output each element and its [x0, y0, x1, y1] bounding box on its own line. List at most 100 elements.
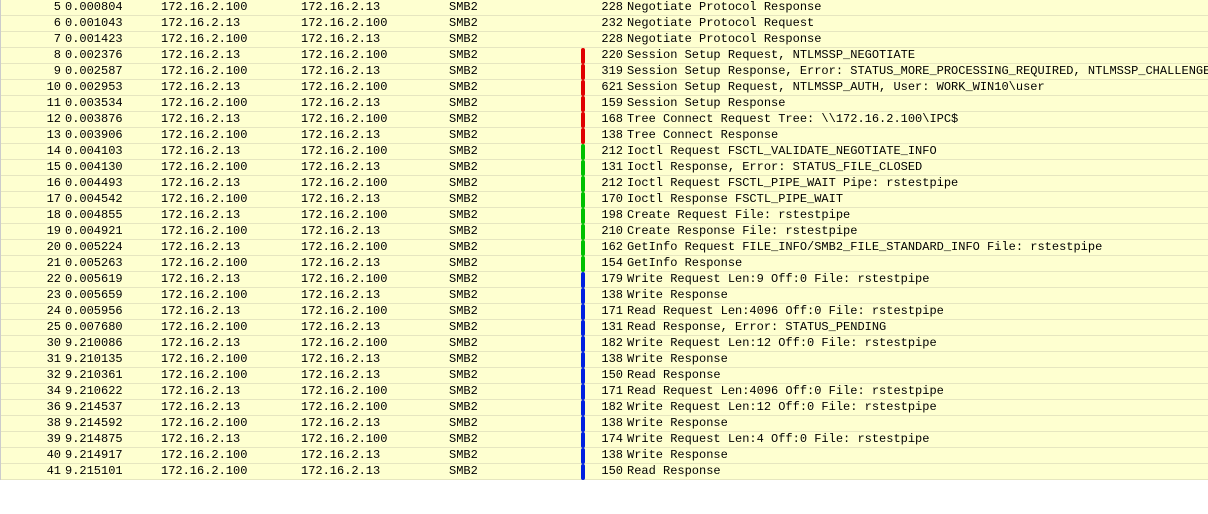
- packet-protocol: SMB2: [449, 320, 577, 335]
- packet-source: 172.16.2.100: [161, 320, 301, 335]
- bracket-bar-icon: [581, 48, 585, 64]
- packet-info: Negotiate Protocol Response: [627, 32, 1208, 47]
- packet-row[interactable]: 230.005659172.16.2.100172.16.2.13SMB2138…: [1, 288, 1208, 304]
- packet-protocol: SMB2: [449, 224, 577, 239]
- packet-row[interactable]: 150.004130172.16.2.100172.16.2.13SMB2131…: [1, 160, 1208, 176]
- packet-source: 172.16.2.100: [161, 224, 301, 239]
- phase-bracket: [577, 224, 589, 240]
- packet-protocol: SMB2: [449, 416, 577, 431]
- packet-time: 0.005659: [65, 288, 161, 303]
- packet-protocol: SMB2: [449, 400, 577, 415]
- phase-bracket: [577, 176, 589, 192]
- packet-info: Create Response File: rstestpipe: [627, 224, 1208, 239]
- packet-destination: 172.16.2.100: [301, 48, 449, 63]
- packet-time: 0.003906: [65, 128, 161, 143]
- packet-info: Ioctl Response FSCTL_PIPE_WAIT: [627, 192, 1208, 207]
- packet-source: 172.16.2.13: [161, 272, 301, 287]
- packet-row[interactable]: 120.003876172.16.2.13172.16.2.100SMB2168…: [1, 112, 1208, 128]
- phase-bracket: [577, 400, 589, 416]
- packet-row[interactable]: 349.210622172.16.2.13172.16.2.100SMB2171…: [1, 384, 1208, 400]
- packet-row[interactable]: 180.004855172.16.2.13172.16.2.100SMB2198…: [1, 208, 1208, 224]
- packet-row[interactable]: 50.000804172.16.2.100172.16.2.13SMB2228N…: [1, 0, 1208, 16]
- packet-row[interactable]: 190.004921172.16.2.100172.16.2.13SMB2210…: [1, 224, 1208, 240]
- phase-bracket: [577, 368, 589, 384]
- packet-row[interactable]: 200.005224172.16.2.13172.16.2.100SMB2162…: [1, 240, 1208, 256]
- packet-time: 0.004493: [65, 176, 161, 191]
- bracket-bar-icon: [581, 320, 585, 336]
- packet-row[interactable]: 240.005956172.16.2.13172.16.2.100SMB2171…: [1, 304, 1208, 320]
- packet-length: 220: [589, 48, 627, 63]
- packet-row[interactable]: 110.003534172.16.2.100172.16.2.13SMB2159…: [1, 96, 1208, 112]
- packet-row[interactable]: 409.214917172.16.2.100172.16.2.13SMB2138…: [1, 448, 1208, 464]
- packet-source: 172.16.2.13: [161, 144, 301, 159]
- packet-row[interactable]: 389.214592172.16.2.100172.16.2.13SMB2138…: [1, 416, 1208, 432]
- packet-row[interactable]: 140.004103172.16.2.13172.16.2.100SMB2212…: [1, 144, 1208, 160]
- packet-length: 212: [589, 144, 627, 159]
- packet-source: 172.16.2.100: [161, 96, 301, 111]
- packet-source: 172.16.2.13: [161, 432, 301, 447]
- packet-time: 0.004103: [65, 144, 161, 159]
- packet-row[interactable]: 319.210135172.16.2.100172.16.2.13SMB2138…: [1, 352, 1208, 368]
- packet-protocol: SMB2: [449, 288, 577, 303]
- packet-row[interactable]: 369.214537172.16.2.13172.16.2.100SMB2182…: [1, 400, 1208, 416]
- packet-row[interactable]: 170.004542172.16.2.100172.16.2.13SMB2170…: [1, 192, 1208, 208]
- bracket-bar-icon: [581, 288, 585, 304]
- packet-time: 0.002376: [65, 48, 161, 63]
- packet-row[interactable]: 130.003906172.16.2.100172.16.2.13SMB2138…: [1, 128, 1208, 144]
- packet-number: 40: [1, 448, 65, 463]
- packet-number: 6: [1, 16, 65, 31]
- packet-info: Ioctl Response, Error: STATUS_FILE_CLOSE…: [627, 160, 1208, 175]
- packet-number: 13: [1, 128, 65, 143]
- packet-row[interactable]: 80.002376172.16.2.13172.16.2.100SMB2220S…: [1, 48, 1208, 64]
- packet-length: 138: [589, 128, 627, 143]
- packet-row[interactable]: 399.214875172.16.2.13172.16.2.100SMB2174…: [1, 432, 1208, 448]
- packet-length: 182: [589, 336, 627, 351]
- packet-number: 32: [1, 368, 65, 383]
- packet-time: 0.005619: [65, 272, 161, 287]
- packet-source: 172.16.2.100: [161, 192, 301, 207]
- packet-row[interactable]: 90.002587172.16.2.100172.16.2.13SMB2319S…: [1, 64, 1208, 80]
- phase-bracket: [577, 160, 589, 176]
- packet-list[interactable]: 50.000804172.16.2.100172.16.2.13SMB2228N…: [0, 0, 1208, 480]
- packet-number: 23: [1, 288, 65, 303]
- phase-bracket: [577, 336, 589, 352]
- packet-number: 38: [1, 416, 65, 431]
- phase-bracket: [577, 208, 589, 224]
- packet-row[interactable]: 210.005263172.16.2.100172.16.2.13SMB2154…: [1, 256, 1208, 272]
- packet-number: 7: [1, 32, 65, 47]
- phase-bracket: [577, 416, 589, 432]
- packet-row[interactable]: 70.001423172.16.2.100172.16.2.13SMB2228N…: [1, 32, 1208, 48]
- bracket-bar-icon: [581, 352, 585, 368]
- bracket-bar-icon: [581, 240, 585, 256]
- packet-protocol: SMB2: [449, 144, 577, 159]
- packet-number: 12: [1, 112, 65, 127]
- packet-destination: 172.16.2.100: [301, 112, 449, 127]
- packet-destination: 172.16.2.100: [301, 16, 449, 31]
- bracket-bar-icon: [581, 368, 585, 384]
- packet-time: 0.004921: [65, 224, 161, 239]
- packet-number: 5: [1, 0, 65, 15]
- packet-row[interactable]: 220.005619172.16.2.13172.16.2.100SMB2179…: [1, 272, 1208, 288]
- packet-row[interactable]: 160.004493172.16.2.13172.16.2.100SMB2212…: [1, 176, 1208, 192]
- packet-row[interactable]: 60.001043172.16.2.13172.16.2.100SMB2232N…: [1, 16, 1208, 32]
- packet-source: 172.16.2.13: [161, 112, 301, 127]
- packet-row[interactable]: 419.215101172.16.2.100172.16.2.13SMB2150…: [1, 464, 1208, 480]
- packet-protocol: SMB2: [449, 96, 577, 111]
- phase-bracket: [577, 464, 589, 480]
- phase-bracket: [577, 112, 589, 128]
- bracket-bar-icon: [581, 272, 585, 288]
- phase-bracket: [577, 288, 589, 304]
- bracket-bar-icon: [581, 64, 585, 80]
- packet-row[interactable]: 329.210361172.16.2.100172.16.2.13SMB2150…: [1, 368, 1208, 384]
- packet-row[interactable]: 250.007680172.16.2.100172.16.2.13SMB2131…: [1, 320, 1208, 336]
- packet-row[interactable]: 100.002953172.16.2.13172.16.2.100SMB2621…: [1, 80, 1208, 96]
- packet-length: 138: [589, 448, 627, 463]
- packet-source: 172.16.2.100: [161, 464, 301, 479]
- bracket-bar-icon: [581, 112, 585, 128]
- packet-destination: 172.16.2.100: [301, 304, 449, 319]
- bracket-bar-icon: [581, 192, 585, 208]
- packet-info: Write Request Len:12 Off:0 File: rstestp…: [627, 336, 1208, 351]
- packet-number: 15: [1, 160, 65, 175]
- packet-row[interactable]: 309.210086172.16.2.13172.16.2.100SMB2182…: [1, 336, 1208, 352]
- phase-bracket: [577, 64, 589, 80]
